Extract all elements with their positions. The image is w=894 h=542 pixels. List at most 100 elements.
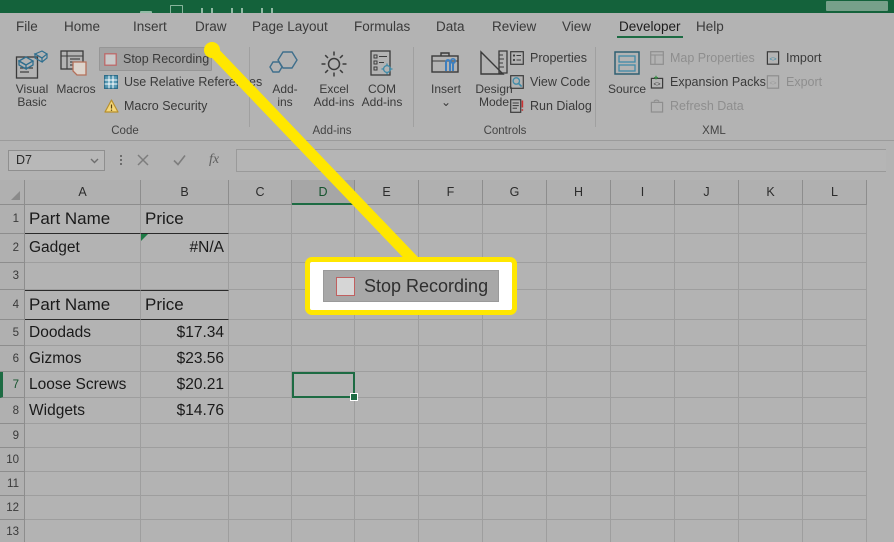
cell-B6[interactable]: $23.56	[141, 346, 229, 372]
cell-C8[interactable]	[229, 398, 292, 424]
cell-H12[interactable]	[547, 496, 611, 520]
cell-L4[interactable]	[803, 290, 867, 320]
cell-G6[interactable]	[483, 346, 547, 372]
cell-D6[interactable]	[292, 346, 355, 372]
tab-file[interactable]: File	[14, 13, 40, 41]
refresh-data-button[interactable]: Refresh Data	[646, 95, 747, 117]
cell-B13[interactable]	[141, 520, 229, 542]
column-header-f[interactable]: F	[419, 180, 483, 205]
formula-input[interactable]	[236, 148, 886, 172]
name-box[interactable]: D7	[8, 149, 105, 171]
cell-E6[interactable]	[355, 346, 419, 372]
cell-H7[interactable]	[547, 372, 611, 398]
expansion-packs-button[interactable]: <> Expansion Packs	[646, 71, 769, 93]
cell-C2[interactable]	[229, 234, 292, 263]
cell-J5[interactable]	[675, 320, 739, 346]
cell-L12[interactable]	[803, 496, 867, 520]
cell-J4[interactable]	[675, 290, 739, 320]
cell-B9[interactable]	[141, 424, 229, 448]
cell-G8[interactable]	[483, 398, 547, 424]
cell-E1[interactable]	[355, 205, 419, 234]
cell-F1[interactable]	[419, 205, 483, 234]
cell-K10[interactable]	[739, 448, 803, 472]
cell-C4[interactable]	[229, 290, 292, 320]
cell-H5[interactable]	[547, 320, 611, 346]
cell-I2[interactable]	[611, 234, 675, 263]
cell-H11[interactable]	[547, 472, 611, 496]
cell-J1[interactable]	[675, 205, 739, 234]
cell-A3[interactable]	[25, 263, 141, 290]
cell-J6[interactable]	[675, 346, 739, 372]
cell-C5[interactable]	[229, 320, 292, 346]
quick-access-toolbar[interactable]	[140, 0, 273, 13]
tab-home[interactable]: Home	[62, 13, 102, 41]
cell-I10[interactable]	[611, 448, 675, 472]
row-header-3[interactable]: 3	[0, 263, 25, 290]
cell-K1[interactable]	[739, 205, 803, 234]
stop-recording-button[interactable]: Stop Recording	[99, 47, 213, 71]
cell-C11[interactable]	[229, 472, 292, 496]
cell-C1[interactable]	[229, 205, 292, 234]
cell-D13[interactable]	[292, 520, 355, 542]
row-header-9[interactable]: 9	[0, 424, 25, 448]
ribbon-display-options[interactable]	[826, 1, 888, 11]
cell-K9[interactable]	[739, 424, 803, 448]
cell-A5[interactable]: Doodads	[25, 320, 141, 346]
cell-K4[interactable]	[739, 290, 803, 320]
cell-G12[interactable]	[483, 496, 547, 520]
com-addins-button[interactable]: COM Add-ins	[356, 45, 408, 109]
cell-B10[interactable]	[141, 448, 229, 472]
cell-J9[interactable]	[675, 424, 739, 448]
row-header-4[interactable]: 4	[0, 290, 25, 320]
cell-I11[interactable]	[611, 472, 675, 496]
cell-D7[interactable]	[292, 372, 355, 398]
cell-J2[interactable]	[675, 234, 739, 263]
cell-K6[interactable]	[739, 346, 803, 372]
cell-L6[interactable]	[803, 346, 867, 372]
select-all-corner[interactable]	[0, 180, 25, 205]
cell-L3[interactable]	[803, 263, 867, 290]
cell-I7[interactable]	[611, 372, 675, 398]
callout-stop-recording-button[interactable]: Stop Recording	[323, 270, 499, 302]
cell-B2[interactable]: #N/A	[141, 234, 229, 263]
cell-I1[interactable]	[611, 205, 675, 234]
cell-G5[interactable]	[483, 320, 547, 346]
column-header-k[interactable]: K	[739, 180, 803, 205]
cell-L8[interactable]	[803, 398, 867, 424]
cell-H2[interactable]	[547, 234, 611, 263]
formula-bar-drag-handle[interactable]	[116, 155, 126, 165]
check-icon[interactable]	[172, 153, 187, 167]
cell-D12[interactable]	[292, 496, 355, 520]
cell-K7[interactable]	[739, 372, 803, 398]
cell-F13[interactable]	[419, 520, 483, 542]
cell-A6[interactable]: Gizmos	[25, 346, 141, 372]
row-header-8[interactable]: 8	[0, 398, 25, 424]
cell-B8[interactable]: $14.76	[141, 398, 229, 424]
cell-B4[interactable]: Price	[141, 290, 229, 320]
cell-A10[interactable]	[25, 448, 141, 472]
cell-A9[interactable]	[25, 424, 141, 448]
column-header-a[interactable]: A	[25, 180, 141, 205]
row-header-1[interactable]: 1	[0, 205, 25, 234]
row-header-13[interactable]: 13	[0, 520, 25, 542]
cell-B1[interactable]: Price	[141, 205, 229, 234]
cell-F10[interactable]	[419, 448, 483, 472]
cell-D9[interactable]	[292, 424, 355, 448]
cell-C12[interactable]	[229, 496, 292, 520]
tab-insert[interactable]: Insert	[131, 13, 169, 41]
import-button[interactable]: <> Import	[762, 47, 824, 69]
cell-L13[interactable]	[803, 520, 867, 542]
row-header-10[interactable]: 10	[0, 448, 25, 472]
column-header-e[interactable]: E	[355, 180, 419, 205]
cell-H6[interactable]	[547, 346, 611, 372]
cell-C3[interactable]	[229, 263, 292, 290]
cell-I9[interactable]	[611, 424, 675, 448]
macro-security-button[interactable]: Macro Security	[100, 95, 210, 117]
cell-D11[interactable]	[292, 472, 355, 496]
tab-view[interactable]: View	[560, 13, 593, 41]
cancel-icon[interactable]	[136, 153, 150, 167]
cell-G7[interactable]	[483, 372, 547, 398]
cell-H13[interactable]	[547, 520, 611, 542]
cell-E7[interactable]	[355, 372, 419, 398]
cell-J7[interactable]	[675, 372, 739, 398]
